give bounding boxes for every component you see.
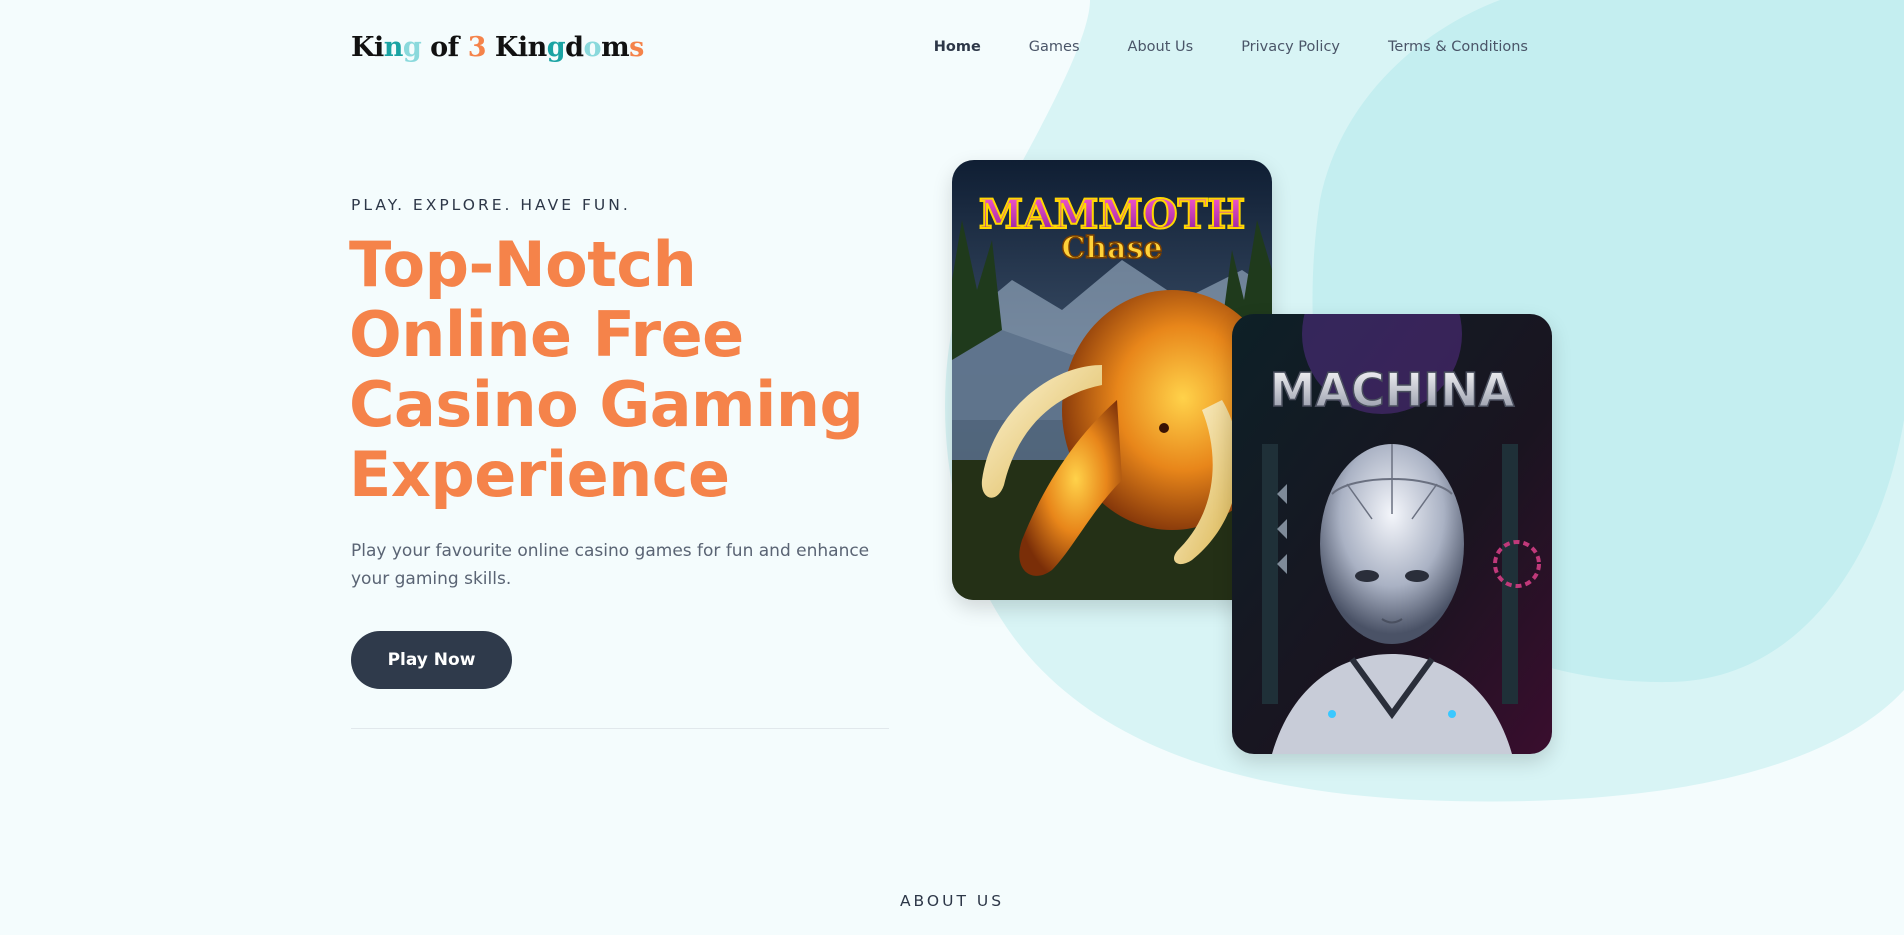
- site-header: Ki n g of 3 Kin g d o m s Home Games About Us P…: [351, 26, 1528, 68]
- page: Ki n g of 3 Kin g d o m s Home Games About Us P…: [0, 0, 1904, 935]
- logo-text-part: d: [565, 31, 584, 63]
- machina-artwork: MACHINA: [1232, 314, 1552, 754]
- site-logo[interactable]: Ki n g of 3 Kin g d o m s: [351, 32, 644, 63]
- logo-text-part: g: [546, 31, 566, 63]
- logo-text-part: of: [421, 31, 468, 63]
- hero-subtitle: Play your favourite online casino games …: [351, 541, 870, 589]
- nav-home-link[interactable]: Home: [934, 39, 981, 55]
- hero-title-line: Experience: [349, 438, 730, 511]
- logo-text-part: m: [601, 31, 630, 63]
- hero-title: Top-Notch Online Free Casino Gaming Expe…: [349, 230, 869, 510]
- game-card-mammoth-chase[interactable]: MAMMOTH Chase: [952, 160, 1272, 600]
- logo-text-part: o: [583, 31, 602, 63]
- hero-title-line: Online Free: [349, 298, 744, 371]
- main-nav: Home Games About Us Privacy Policy Terms…: [934, 39, 1528, 55]
- logo-text-part: g: [402, 31, 422, 63]
- nav-privacy-link[interactable]: Privacy Policy: [1241, 39, 1340, 55]
- hero-eyebrow: PLAY. EXPLORE. HAVE FUN.: [351, 196, 631, 214]
- nav-terms-link[interactable]: Terms & Conditions: [1388, 39, 1528, 55]
- hero-title-line: Casino Gaming: [349, 368, 864, 441]
- machina-title: MACHINA: [1270, 363, 1515, 417]
- play-now-button[interactable]: Play Now: [351, 631, 512, 689]
- mammoth-title-bottom: Chase: [1061, 231, 1162, 266]
- hero-divider: [351, 728, 889, 729]
- mammoth-chase-artwork: MAMMOTH Chase: [952, 160, 1272, 600]
- logo-text-part: s: [629, 31, 644, 63]
- logo-text-part: 3: [467, 31, 487, 63]
- about-section-label: ABOUT US: [899, 892, 1005, 910]
- logo-text-part: n: [383, 31, 404, 63]
- hero-title-line: Top-Notch: [349, 228, 697, 301]
- logo-text-part: Kin: [486, 31, 547, 63]
- nav-about-link[interactable]: About Us: [1128, 39, 1194, 55]
- logo-text-part: Ki: [351, 31, 384, 63]
- game-card-machina[interactable]: MACHINA: [1232, 314, 1552, 754]
- nav-games-link[interactable]: Games: [1029, 39, 1080, 55]
